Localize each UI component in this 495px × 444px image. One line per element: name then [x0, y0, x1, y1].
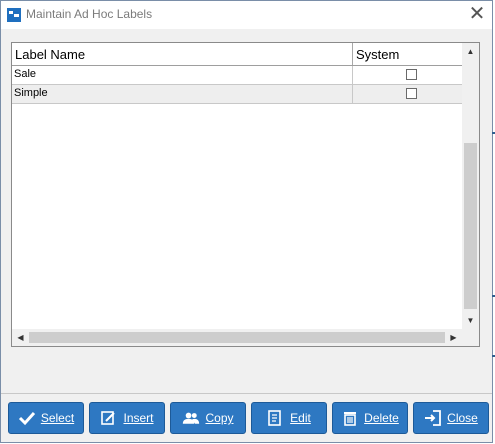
- maintain-labels-window: Maintain Ad Hoc Labels ✕ Label Name Syst…: [0, 0, 493, 443]
- title-bar[interactable]: Maintain Ad Hoc Labels ✕: [1, 1, 492, 29]
- exit-door-icon: [425, 410, 442, 426]
- vertical-scroll-thumb[interactable]: [464, 143, 477, 309]
- scroll-right-icon[interactable]: ▶: [445, 329, 462, 346]
- app-icon: [7, 8, 21, 22]
- delete-button[interactable]: Delete: [332, 402, 408, 434]
- scroll-left-icon[interactable]: ◀: [12, 329, 29, 346]
- vertical-scrollbar[interactable]: ▲ ▼: [462, 43, 479, 329]
- column-header-label-name[interactable]: Label Name: [12, 43, 353, 65]
- close-window-icon[interactable]: ✕: [465, 3, 489, 25]
- horizontal-scrollbar[interactable]: ◀ ▶: [12, 329, 462, 346]
- table-row[interactable]: Simple: [12, 85, 462, 104]
- trash-icon: [344, 412, 357, 426]
- close-button-label: Close: [447, 411, 478, 425]
- copy-button[interactable]: Copy: [170, 402, 246, 434]
- edit-button-label: Edit: [290, 411, 311, 425]
- label-name-cell: Sale: [12, 66, 353, 84]
- select-button-label: Select: [40, 411, 75, 425]
- column-header-system[interactable]: System: [353, 43, 462, 65]
- users-icon: [183, 412, 200, 424]
- select-button[interactable]: Select: [8, 402, 84, 434]
- labels-grid: Label Name System Sale Simple ▲ ▼ ◀ ▶: [11, 42, 480, 347]
- scroll-up-icon[interactable]: ▲: [462, 43, 479, 60]
- edit-button[interactable]: Edit: [251, 402, 327, 434]
- copy-button-label: Copy: [205, 411, 234, 425]
- label-name-cell: Simple: [12, 85, 353, 103]
- insert-icon: [101, 411, 116, 425]
- grid-header: Label Name System: [12, 43, 462, 66]
- insert-button-label: Insert: [123, 411, 154, 425]
- scroll-down-icon[interactable]: ▼: [462, 312, 479, 329]
- scrollbar-corner: [462, 329, 479, 346]
- system-cell: [353, 85, 462, 103]
- insert-button[interactable]: Insert: [89, 402, 165, 434]
- system-checkbox[interactable]: [406, 69, 417, 80]
- horizontal-scroll-thumb[interactable]: [29, 332, 445, 343]
- close-button[interactable]: Close: [413, 402, 489, 434]
- checkmark-icon: [18, 411, 35, 426]
- table-row[interactable]: Sale: [12, 66, 462, 85]
- system-checkbox[interactable]: [406, 88, 417, 99]
- system-cell: [353, 66, 462, 84]
- button-bar-divider: [1, 393, 492, 394]
- window-title: Maintain Ad Hoc Labels: [26, 7, 153, 21]
- delete-button-label: Delete: [364, 411, 399, 425]
- edit-icon: [268, 410, 281, 426]
